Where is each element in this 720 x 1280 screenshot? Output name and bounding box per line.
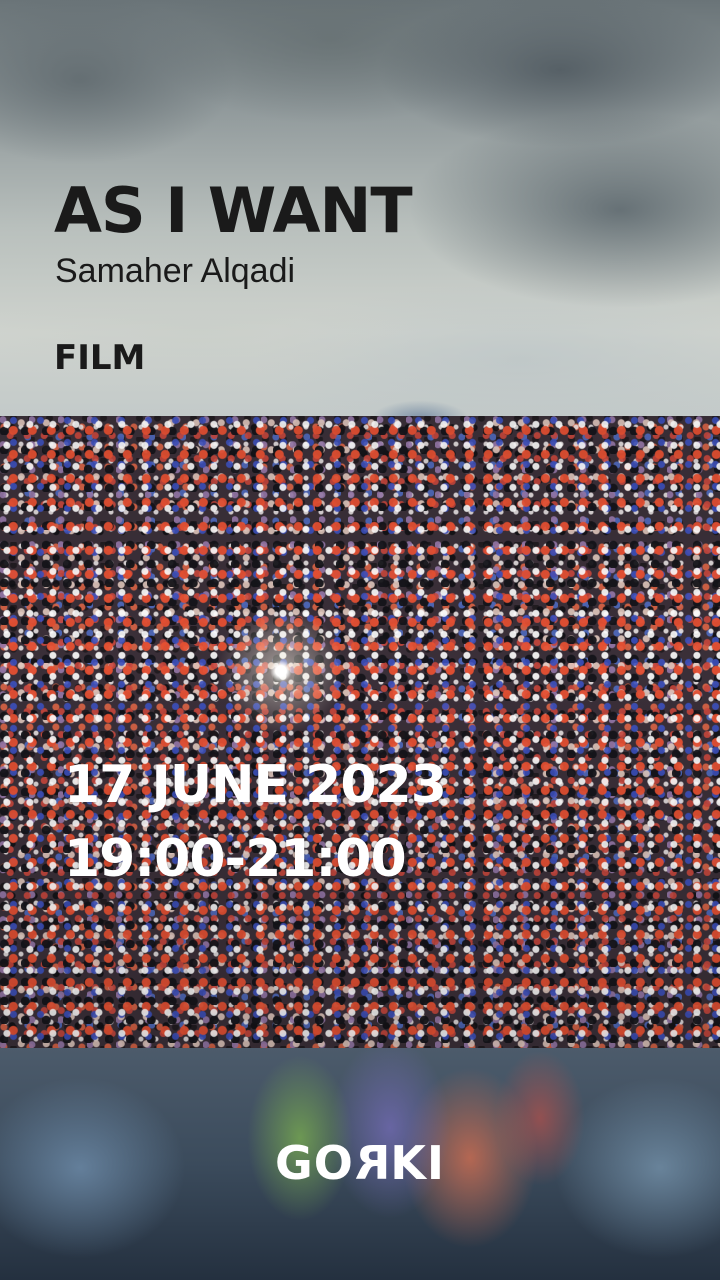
sky-background: AS I WANT Samaher Alqadi FILM [0, 0, 720, 428]
event-category: FILM [54, 338, 146, 378]
logo-part-end: KI [390, 1136, 446, 1190]
event-title: AS I WANT [54, 174, 413, 247]
camera-flash [270, 660, 292, 682]
event-date: 17 JUNE 2023 [64, 755, 447, 815]
crowd-photo: 17 JUNE 2023 19:00-21:00 [0, 416, 720, 1048]
street-background: GORKI [0, 1048, 720, 1280]
logo-mirrored-letter: R [353, 1136, 391, 1190]
gorki-logo: GORKI [0, 1136, 720, 1190]
logo-part-start: GO [274, 1136, 354, 1190]
artist-name: Samaher Alqadi [55, 252, 296, 290]
event-time: 19:00-21:00 [64, 829, 407, 889]
crowd-lighting [0, 416, 720, 1048]
event-poster: AS I WANT Samaher Alqadi FILM 17 JUNE 20… [0, 0, 720, 1280]
